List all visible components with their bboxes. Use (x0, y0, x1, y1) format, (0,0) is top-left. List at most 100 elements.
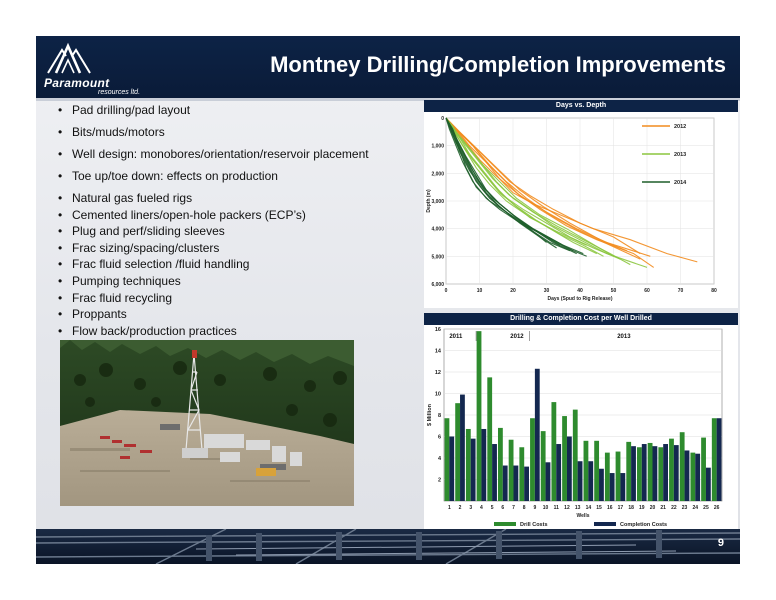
bar-Completion Costs (663, 444, 669, 501)
x-tick-label: 1 (448, 505, 451, 511)
bar-Completion Costs (492, 444, 497, 501)
chart-title: Drilling & Completion Cost per Well Dril… (424, 313, 738, 325)
x-tick-label: 19 (639, 505, 645, 511)
bar-Completion Costs (588, 461, 594, 501)
bar-Drill Costs (444, 418, 450, 501)
bar-Drill Costs (508, 439, 514, 501)
footer-plant-image (36, 529, 740, 564)
paramount-logo: Paramount resources ltd. (42, 42, 162, 96)
x-tick-label: 21 (660, 505, 666, 511)
logo-subtitle: resources ltd. (98, 89, 141, 96)
bar-Drill Costs (530, 418, 535, 501)
bar-Completion Costs (631, 446, 636, 501)
bullet-item: Frac fluid selection /fluid handling (58, 256, 428, 273)
bar-Completion Costs (609, 473, 615, 501)
slide: Paramount resources ltd. Montney Drillin… (36, 36, 740, 564)
bar-Completion Costs (534, 368, 540, 501)
x-tick-label: 80 (711, 288, 717, 294)
x-tick-label: 4 (480, 505, 483, 511)
cost-per-well-chart: Drilling & Completion Cost per Well Dril… (424, 313, 738, 536)
bar-Completion Costs (599, 468, 604, 501)
x-axis-label: Days (Spud to Rig Release) (547, 296, 612, 302)
bullet-list: Pad drilling/pad layout Bits/muds/motors… (58, 102, 428, 339)
x-tick-label: 70 (678, 288, 684, 294)
x-tick-label: 23 (682, 505, 688, 511)
bullet-item: Frac sizing/spacing/clusters (58, 240, 428, 257)
x-tick-label: 0 (445, 288, 448, 294)
bar-Completion Costs (502, 465, 508, 501)
x-tick-label: 20 (510, 288, 516, 294)
bullet-item: Pumping techniques (58, 273, 428, 290)
bar-Drill Costs (701, 437, 706, 501)
bar-Drill Costs (711, 418, 717, 501)
legend-label-2013: 2013 (674, 152, 686, 158)
x-tick-label: 20 (650, 505, 656, 511)
period-label: 2013 (617, 334, 631, 340)
bar-Drill Costs (497, 427, 503, 501)
bullet-item: Natural gas fueled rigs (58, 190, 428, 207)
bar-Drill Costs (679, 432, 685, 501)
x-tick-label: 13 (575, 505, 581, 511)
y-tick-label: 2,000 (431, 171, 444, 177)
chart-title: Days vs. Depth (424, 100, 738, 112)
bar-Drill Costs (551, 402, 557, 501)
bullet-item: Bits/muds/motors (58, 124, 428, 141)
x-tick-label: 12 (564, 505, 570, 511)
bar-Drill Costs (540, 431, 546, 501)
bar-Drill Costs (476, 331, 482, 501)
bar-Drill Costs (658, 447, 664, 501)
bullet-item: Plug and perf/sliding sleeves (58, 223, 428, 240)
legend-swatch-Drill Costs (494, 522, 516, 526)
bullet-item: Flow back/production practices (58, 323, 428, 340)
period-label: 2012 (510, 334, 524, 340)
x-tick-label: 18 (628, 505, 634, 511)
x-tick-label: 2 (459, 505, 462, 511)
x-tick-label: 3 (469, 505, 472, 511)
y-tick-label: 14 (435, 349, 442, 355)
y-tick-label: 16 (435, 327, 441, 333)
x-axis-label: Wells (577, 513, 590, 519)
bar-Completion Costs (641, 444, 647, 501)
bar-Drill Costs (465, 428, 471, 501)
y-tick-label: 3,000 (431, 199, 444, 205)
bar-Drill Costs (604, 452, 610, 501)
x-tick-label: 11 (554, 505, 560, 511)
bullet-item: Proppants (58, 306, 428, 323)
x-tick-label: 15 (596, 505, 602, 511)
x-tick-label: 50 (611, 288, 617, 294)
bar-Completion Costs (524, 466, 530, 501)
bullet-item: Cemented liners/open-hole packers (ECP’s… (58, 207, 428, 224)
x-tick-label: 10 (477, 288, 483, 294)
bar-Drill Costs (455, 403, 461, 501)
x-tick-label: 22 (671, 505, 677, 511)
legend-label-2014: 2014 (674, 180, 687, 186)
bar-Drill Costs (519, 447, 525, 501)
x-tick-label: 10 (543, 505, 549, 511)
bar-Drill Costs (572, 409, 578, 501)
bar-Completion Costs (695, 453, 701, 501)
bullet-item: Pad drilling/pad layout (58, 102, 428, 119)
x-tick-label: 26 (714, 505, 720, 511)
bar-Drill Costs (562, 416, 567, 501)
bar-Completion Costs (449, 436, 455, 501)
y-tick-label: 12 (435, 370, 441, 376)
bar-Drill Costs (615, 451, 621, 501)
bar-Completion Costs (470, 438, 476, 501)
logo-wordmark: Paramount (44, 76, 110, 90)
x-tick-label: 24 (692, 505, 698, 511)
y-tick-label: 5,000 (431, 254, 444, 260)
slide-title: Montney Drilling/Completion Improvements (270, 52, 726, 77)
bar-Completion Costs (673, 445, 679, 501)
x-tick-label: 16 (607, 505, 613, 511)
bullet-item: Frac fluid recycling (58, 290, 428, 307)
y-tick-label: 6,000 (431, 282, 444, 288)
bar-Completion Costs (566, 436, 572, 501)
bar-Drill Costs (487, 377, 493, 501)
page-number: 9 (717, 537, 724, 549)
bar-Drill Costs (647, 442, 653, 501)
slide-header: Paramount resources ltd. Montney Drillin… (36, 36, 740, 98)
period-label: 2011 (449, 334, 463, 340)
slide-footer: 9 (36, 529, 740, 564)
bar-Completion Costs (556, 444, 562, 501)
x-tick-label: 14 (586, 505, 592, 511)
